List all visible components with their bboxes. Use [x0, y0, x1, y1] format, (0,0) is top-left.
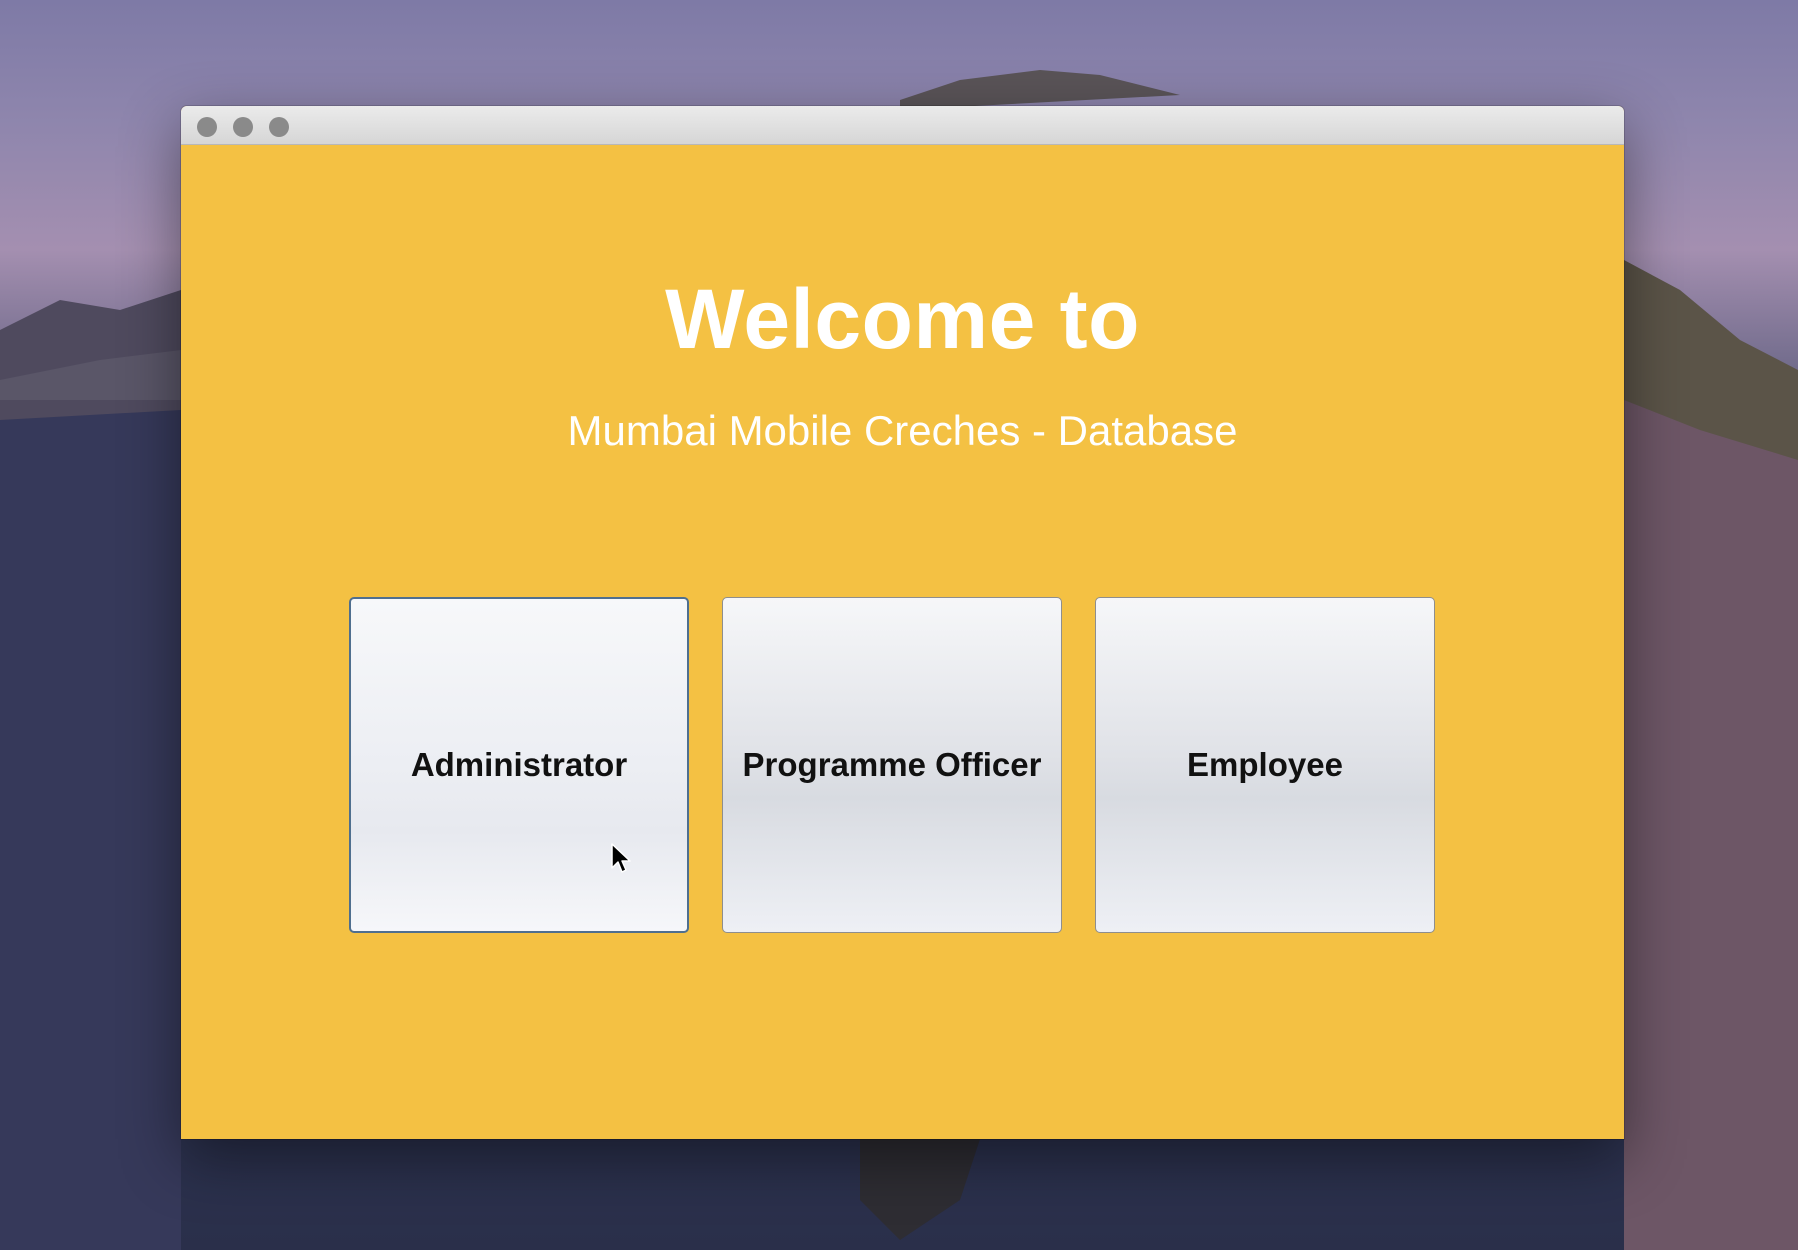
welcome-panel: Welcome to Mumbai Mobile Creches - Datab…: [181, 145, 1624, 1139]
welcome-title: Welcome to: [665, 272, 1140, 366]
app-window: Welcome to Mumbai Mobile Creches - Datab…: [181, 106, 1624, 1139]
window-titlebar[interactable]: [181, 106, 1624, 145]
employee-button[interactable]: Employee: [1095, 597, 1435, 933]
maximize-window-icon[interactable]: [269, 117, 289, 137]
app-subtitle: Mumbai Mobile Creches - Database: [567, 407, 1238, 454]
programme-officer-button[interactable]: Programme Officer: [722, 597, 1062, 933]
minimize-window-icon[interactable]: [233, 117, 253, 137]
administrator-button[interactable]: Administrator: [349, 597, 689, 933]
mouse-pointer-icon: [611, 843, 631, 873]
close-window-icon[interactable]: [197, 117, 217, 137]
